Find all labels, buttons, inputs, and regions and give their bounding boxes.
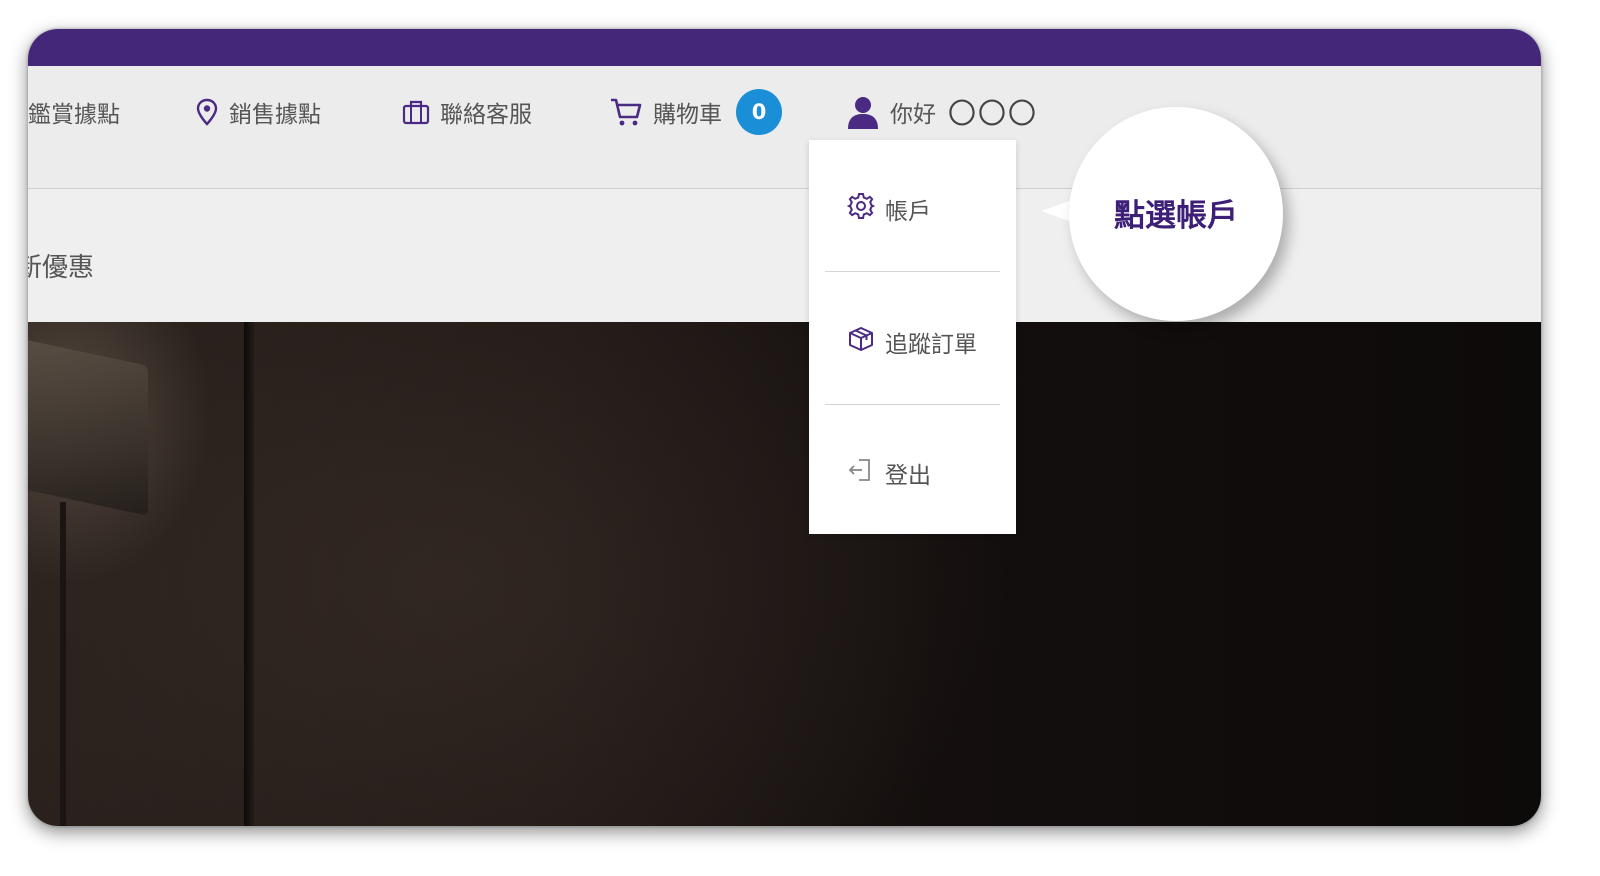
user-icon — [846, 95, 880, 129]
instruction-callout: 點選帳戶 — [1069, 107, 1283, 321]
menu-divider — [825, 404, 1000, 405]
account-dropdown-menu: 帳戶 追蹤訂單 登出 — [809, 140, 1016, 534]
menu-item-label: 帳戶 — [885, 199, 931, 225]
menu-item-label: 登出 — [885, 463, 931, 489]
logout-icon — [847, 456, 875, 490]
gear-icon — [846, 192, 876, 226]
nav-cart[interactable]: 購物車 0 — [609, 66, 782, 158]
user-name: 〇〇〇 — [948, 97, 1039, 130]
hero-banner-image — [28, 322, 1541, 826]
menu-item-label: 追蹤訂單 — [885, 332, 977, 358]
nav-sales-locations[interactable]: 銷售據點 — [195, 66, 321, 158]
menu-divider — [825, 271, 1000, 272]
location-pin-icon — [195, 98, 219, 126]
nav-label: 銷售據點 — [229, 102, 321, 128]
hero-decor-stand — [60, 502, 66, 826]
callout-text: 點選帳戶 — [1114, 197, 1238, 234]
nav-appreciation-locations[interactable]: 鑑賞據點 — [28, 66, 120, 158]
menu-item-track-orders[interactable]: 追蹤訂單 — [847, 325, 977, 359]
briefcase-icon — [402, 99, 430, 125]
package-icon — [847, 325, 875, 359]
nav-label: 鑑賞據點 — [28, 102, 120, 128]
hero-decor-lamp — [28, 338, 148, 516]
promo-bar: 新優惠 — [28, 189, 1541, 322]
nav-label: 購物車 — [653, 102, 722, 128]
main-navigation: 鑑賞據點 銷售據點 聯絡客服 購物車 0 你好 〇〇〇 — [28, 66, 1541, 189]
cart-icon — [609, 97, 643, 127]
top-brand-bar — [28, 29, 1541, 66]
promo-link[interactable]: 新優惠 — [28, 247, 94, 284]
hero-decor-pole — [244, 322, 254, 826]
cart-count-badge: 0 — [736, 89, 782, 135]
menu-item-logout[interactable]: 登出 — [847, 456, 931, 490]
greeting-text: 你好 — [890, 102, 936, 128]
nav-customer-service[interactable]: 聯絡客服 — [402, 66, 532, 158]
menu-item-account[interactable]: 帳戶 — [846, 192, 931, 226]
nav-label: 聯絡客服 — [440, 102, 532, 128]
browser-frame: 鑑賞據點 銷售據點 聯絡客服 購物車 0 你好 〇〇〇 新優惠 帳戶 追蹤訂單 … — [28, 29, 1541, 826]
